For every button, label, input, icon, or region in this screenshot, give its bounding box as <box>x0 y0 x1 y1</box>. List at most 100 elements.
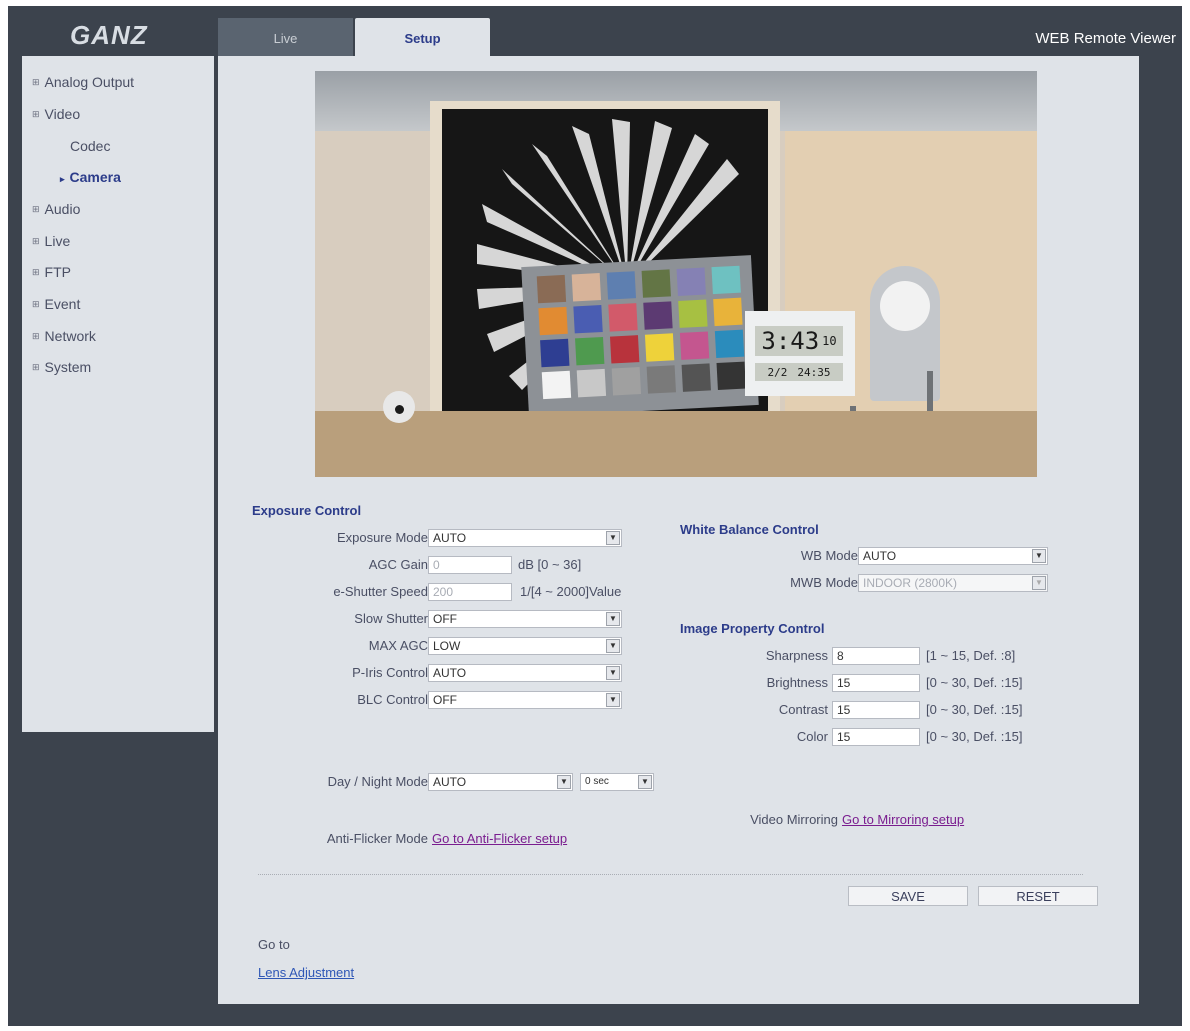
wb-mode-value: AUTO <box>863 549 897 563</box>
goto-label: Go to <box>258 937 290 952</box>
sharpness-label: Sharpness <box>765 648 828 663</box>
blc-control-label: BLC Control <box>357 692 428 707</box>
p-iris-select[interactable]: AUTO ▼ <box>428 664 622 682</box>
sidebar-item-label: System <box>44 359 92 375</box>
slow-shutter-value: OFF <box>433 612 457 626</box>
save-button[interactable]: SAVE <box>848 886 968 906</box>
video-preview: 3:43 10 2/2 24:35 <box>315 71 1037 477</box>
sidebar-item-label: Analog Output <box>44 74 135 90</box>
shutter-speed-range: 1/[4 ~ 2000]Value <box>520 584 622 599</box>
sidebar-item-label: Camera <box>69 169 121 185</box>
agc-gain-input[interactable]: 0 <box>428 556 512 574</box>
sidebar-item-label: Network <box>44 328 96 344</box>
sidebar-item-system[interactable]: ⊞ System <box>32 359 91 375</box>
day-night-select[interactable]: AUTO ▼ <box>428 773 573 791</box>
contrast-range: [0 ~ 30, Def. :15] <box>926 702 1023 717</box>
camera-dome-icon <box>383 391 415 423</box>
tab-setup[interactable]: Setup <box>355 18 490 58</box>
clock-secondary-display: 2/2 24:35 <box>755 363 843 381</box>
expand-icon: ⊞ <box>32 235 40 246</box>
sidebar-item-analog-output[interactable]: ⊞ Analog Output <box>32 74 134 90</box>
sidebar-item-event[interactable]: ⊞ Event <box>32 296 80 312</box>
app-frame: GANZ Live Setup WEB Remote Viewer ⊞ Analo… <box>8 6 1182 1026</box>
color-input[interactable]: 15 <box>832 728 920 746</box>
expand-icon: ⊞ <box>32 203 40 214</box>
p-iris-value: AUTO <box>433 666 467 680</box>
clock-display: 3:43 10 <box>755 326 843 356</box>
sidebar-item-label: FTP <box>44 264 71 280</box>
color-range: [0 ~ 30, Def. :15] <box>926 729 1023 744</box>
slow-shutter-select[interactable]: OFF ▼ <box>428 610 622 628</box>
sidebar-item-audio[interactable]: ⊞ Audio <box>32 201 80 217</box>
contrast-label: Contrast <box>778 702 828 717</box>
mirroring-setup-link[interactable]: Go to Mirroring setup <box>842 812 964 827</box>
exposure-mode-value: AUTO <box>433 531 467 545</box>
shutter-speed-input[interactable]: 200 <box>428 583 512 601</box>
brightness-input[interactable]: 15 <box>832 674 920 692</box>
sidebar-item-live[interactable]: ⊞ Live <box>32 233 70 249</box>
exposure-control-title: Exposure Control <box>252 503 362 518</box>
reset-button[interactable]: RESET <box>978 886 1098 906</box>
sidebar-item-ftp[interactable]: ⊞ FTP <box>32 264 71 280</box>
brightness-range: [0 ~ 30, Def. :15] <box>926 675 1023 690</box>
wb-mode-select[interactable]: AUTO ▼ <box>858 547 1048 565</box>
sidebar-item-codec[interactable]: Codec <box>70 138 110 154</box>
sidebar-item-camera[interactable]: ▸ Camera <box>60 169 121 185</box>
mwb-mode-select[interactable]: INDOOR (2800K) ▼ <box>858 574 1048 592</box>
sidebar-item-label: Audio <box>44 201 81 217</box>
sharpness-input[interactable]: 8 <box>832 647 920 665</box>
dropdown-arrow-icon[interactable]: ▼ <box>1032 549 1046 563</box>
expand-icon: ⊞ <box>32 76 40 87</box>
anti-flicker-label: Anti-Flicker Mode <box>326 831 428 846</box>
dropdown-arrow-icon[interactable]: ▼ <box>606 612 620 626</box>
expand-icon: ⊞ <box>32 266 40 277</box>
dropdown-arrow-icon[interactable]: ▼ <box>606 639 620 653</box>
max-agc-select[interactable]: LOW ▼ <box>428 637 622 655</box>
blc-control-select[interactable]: OFF ▼ <box>428 691 622 709</box>
p-iris-label: P-Iris Control <box>352 665 428 680</box>
sidebar-item-video[interactable]: ⊞ Video <box>32 106 80 122</box>
expand-icon: ⊞ <box>32 298 40 309</box>
tab-live[interactable]: Live <box>218 18 353 58</box>
arrow-right-icon: ▸ <box>60 174 65 184</box>
sidebar-item-label: Event <box>44 296 81 312</box>
max-agc-label: MAX AGC <box>368 638 428 653</box>
wb-mode-label: WB Mode <box>800 548 858 563</box>
image-property-title: Image Property Control <box>680 621 825 636</box>
dropdown-arrow-icon[interactable]: ▼ <box>606 666 620 680</box>
day-night-value: AUTO <box>433 775 467 789</box>
color-checker-card <box>521 255 759 417</box>
expand-icon: ⊞ <box>32 361 40 372</box>
max-agc-value: LOW <box>433 639 461 653</box>
expand-icon: ⊞ <box>32 330 40 341</box>
contrast-input[interactable]: 15 <box>832 701 920 719</box>
brightness-label: Brightness <box>766 675 828 690</box>
main-panel: 3:43 10 2/2 24:35 Exposure Control Exposur… <box>218 56 1139 1004</box>
clock-small: 24:35 <box>797 365 831 379</box>
anti-flicker-setup-link[interactable]: Go to Anti-Flicker setup <box>432 831 567 846</box>
shelf <box>315 411 1037 477</box>
lens-adjustment-link[interactable]: Lens Adjustment <box>258 965 354 980</box>
blc-control-value: OFF <box>433 693 457 707</box>
day-night-delay-value: 0 sec <box>585 776 609 787</box>
sidebar: ⊞ Analog Output ⊞ Video Codec ▸ Camera ⊞ Aud… <box>22 56 214 732</box>
divider <box>258 874 1083 875</box>
day-night-label: Day / Night Mode <box>327 774 428 789</box>
ganz-logo: GANZ <box>70 20 148 50</box>
dropdown-arrow-icon[interactable]: ▼ <box>557 775 571 789</box>
clock-time: 3:43 <box>761 327 820 355</box>
mwb-mode-label: MWB Mode <box>790 575 858 590</box>
shutter-speed-label: e-Shutter Speed <box>333 584 428 599</box>
dropdown-arrow-icon[interactable]: ▼ <box>606 693 620 707</box>
clock-date: 2/2 <box>767 365 788 379</box>
sidebar-item-label: Video <box>44 106 81 122</box>
agc-gain-range: dB [0 ~ 36] <box>518 557 582 572</box>
day-night-delay-select[interactable]: 0 sec ▼ <box>580 773 654 791</box>
dropdown-arrow-icon[interactable]: ▼ <box>606 531 620 545</box>
color-label: Color <box>796 729 828 744</box>
exposure-mode-select[interactable]: AUTO ▼ <box>428 529 622 547</box>
sidebar-item-network[interactable]: ⊞ Network <box>32 328 96 344</box>
dropdown-arrow-icon[interactable]: ▼ <box>638 775 652 789</box>
dropdown-arrow-icon[interactable]: ▼ <box>1032 576 1046 590</box>
expand-icon: ⊞ <box>32 108 40 119</box>
